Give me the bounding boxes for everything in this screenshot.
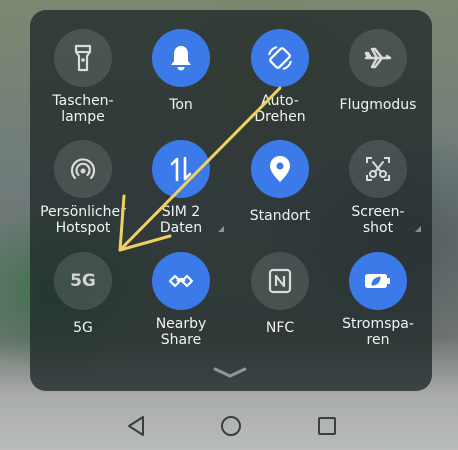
navigation-bar <box>0 400 458 450</box>
tile-location-button[interactable] <box>251 140 309 198</box>
rotate-icon <box>268 46 292 70</box>
hotspot-icon <box>70 158 96 180</box>
tile-autorotate-label: Auto- Drehen <box>254 93 306 125</box>
recents-square-icon <box>318 417 336 435</box>
tile-airplane-label: Flugmodus <box>339 97 417 113</box>
tile-flashlight[interactable]: Taschen- lampe <box>33 29 133 125</box>
tile-autorotate[interactable]: Auto- Drehen <box>230 29 330 125</box>
tile-5g-label: 5G <box>73 320 93 336</box>
tile-power-saving-label: Stromspa- ren <box>342 316 414 348</box>
flashlight-icon <box>74 44 92 72</box>
back-triangle-icon <box>128 416 144 436</box>
tile-power-saving-button[interactable] <box>349 252 407 310</box>
tile-screenshot[interactable]: Screen- shot <box>328 140 428 236</box>
tile-airplane-button[interactable] <box>349 29 407 87</box>
tile-5g-button[interactable]: 5G <box>54 252 112 310</box>
tile-mobiledata-label: SIM 2 Daten <box>159 204 203 236</box>
tile-airplane[interactable]: Flugmodus <box>328 29 428 113</box>
back-button[interactable] <box>124 414 148 438</box>
tile-hotspot-label: Persönlicher Hotspot <box>40 204 126 236</box>
scissors-icon <box>366 157 390 181</box>
home-button[interactable] <box>219 414 243 438</box>
recents-button[interactable] <box>315 414 339 438</box>
tile-nearby-share-button[interactable] <box>152 252 210 310</box>
data-arrows-icon <box>170 156 192 182</box>
tile-hotspot[interactable]: Persönlicher Hotspot <box>33 140 133 236</box>
tile-autorotate-button[interactable] <box>251 29 309 87</box>
tile-nfc-button[interactable] <box>251 252 309 310</box>
battery-leaf-icon <box>365 274 390 288</box>
tile-sound-label: Ton <box>169 97 193 113</box>
tile-nfc[interactable]: NFC <box>230 252 330 336</box>
tile-nearby-share[interactable]: Nearby Share <box>131 252 231 348</box>
expand-corner-indicator <box>415 226 421 232</box>
tile-location-label: Standort <box>249 208 311 224</box>
tile-flashlight-label: Taschen- lampe <box>52 93 114 125</box>
tile-mobiledata[interactable]: SIM 2 Daten <box>131 140 231 236</box>
collapse-handle[interactable] <box>213 364 247 383</box>
home-circle-icon <box>221 416 241 436</box>
nfc-icon <box>268 268 292 294</box>
tile-5g[interactable]: 5G 5G <box>33 252 133 336</box>
tile-power-saving[interactable]: Stromspa- ren <box>328 252 428 348</box>
tile-hotspot-button[interactable] <box>54 140 112 198</box>
tile-sound[interactable]: Ton <box>131 29 231 113</box>
tile-screenshot-button[interactable] <box>349 140 407 198</box>
tile-nfc-label: NFC <box>265 320 295 336</box>
airplane-icon <box>364 47 392 69</box>
tile-mobiledata-button[interactable] <box>152 140 210 198</box>
bell-icon <box>171 46 191 71</box>
tile-flashlight-button[interactable] <box>54 29 112 87</box>
tile-location[interactable]: Standort <box>230 140 330 224</box>
location-pin-icon <box>270 156 290 182</box>
tile-screenshot-label: Screen- shot <box>351 204 405 236</box>
expand-corner-indicator <box>218 226 224 232</box>
5g-icon: 5G <box>70 271 96 291</box>
tile-nearby-share-label: Nearby Share <box>155 316 207 348</box>
nearby-share-icon <box>168 274 194 288</box>
chevron-down-icon <box>213 367 247 378</box>
tile-sound-button[interactable] <box>152 29 210 87</box>
